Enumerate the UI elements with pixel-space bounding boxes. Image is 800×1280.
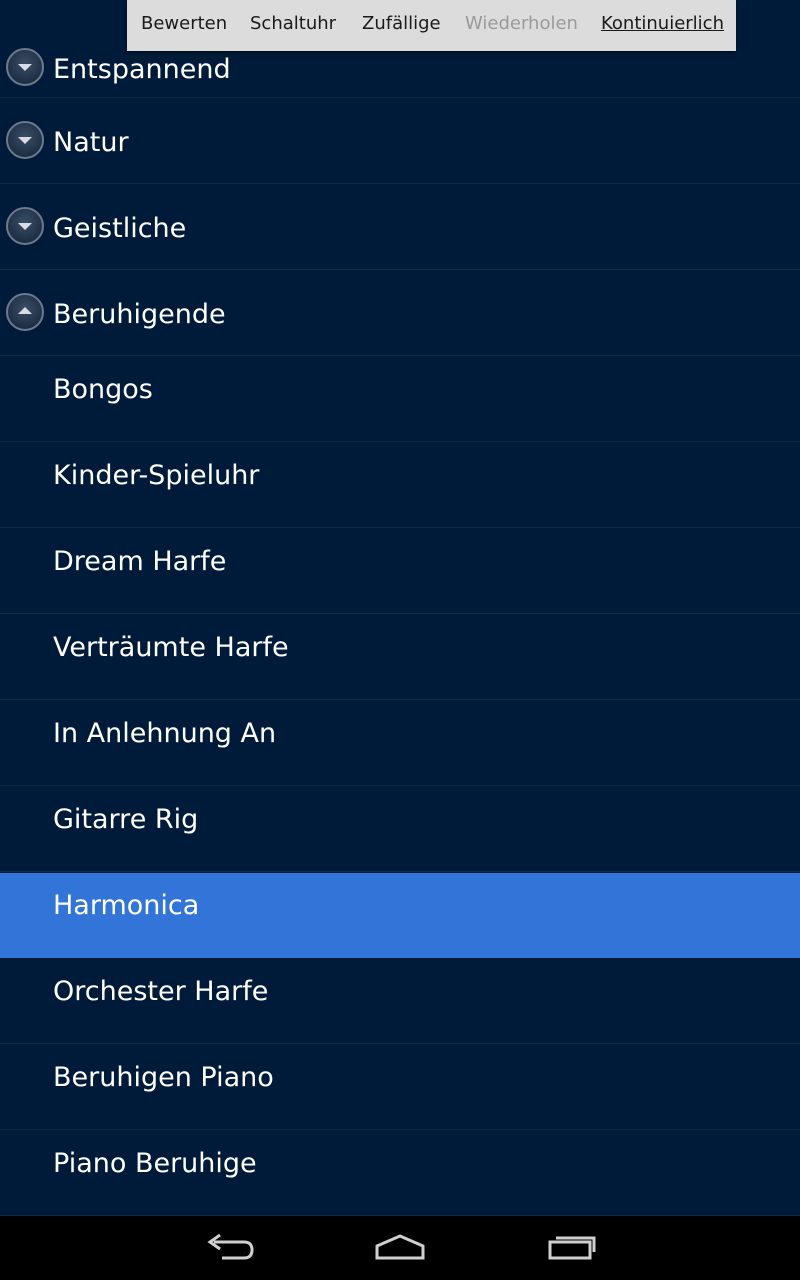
group-label: Beruhigende [53, 299, 226, 330]
list-item[interactable]: Piano Beruhige [0, 1131, 800, 1216]
list-item[interactable]: Beruhigen Piano [0, 1045, 800, 1130]
collapse-up-icon[interactable] [6, 293, 44, 331]
menu-item-bewerten[interactable]: Bewerten [141, 0, 227, 48]
list-item-label: Gitarre Rig [53, 804, 199, 835]
back-icon [207, 1233, 254, 1260]
expand-down-icon[interactable] [6, 121, 44, 159]
recent-apps-button[interactable] [540, 1230, 600, 1266]
list-item[interactable]: Orchester Harfe [0, 959, 800, 1044]
menu-item-wiederholen: Wiederholen [465, 13, 578, 34]
list-item[interactable]: Verträumte Harfe [0, 615, 800, 700]
list-item-label: Kinder-Spieluhr [53, 460, 260, 491]
group-label: Natur [53, 127, 129, 158]
list-item-label: Harmonica [53, 890, 200, 921]
list-item-selected[interactable]: Harmonica [0, 873, 800, 958]
list-item[interactable]: Bongos [0, 357, 800, 442]
app-screen: Entspannend Natur Geistliche Beruhigende… [0, 0, 800, 1280]
home-button[interactable] [370, 1230, 430, 1266]
group-row-geistliche[interactable]: Geistliche [0, 185, 800, 270]
group-row-beruhigende[interactable]: Beruhigende [0, 271, 800, 356]
list-item-label: Dream Harfe [53, 546, 227, 577]
options-menu: Bewerten Schaltuhr Zufällige Wiederholen… [127, 0, 736, 51]
group-label: Geistliche [53, 213, 187, 244]
navigation-bar [0, 1216, 800, 1280]
list-item[interactable]: Dream Harfe [0, 529, 800, 614]
list-item[interactable]: Kinder-Spieluhr [0, 443, 800, 528]
menu-item-schaltuhr[interactable]: Schaltuhr [250, 0, 336, 48]
group-row-natur[interactable]: Natur [0, 99, 800, 184]
list-item-label: Bongos [53, 374, 153, 405]
list-item-label: Verträumte Harfe [53, 632, 289, 663]
home-icon [375, 1234, 425, 1260]
list-item[interactable]: In Anlehnung An [0, 701, 800, 786]
list-item[interactable]: Gitarre Rig [0, 787, 800, 872]
sound-list: Entspannend Natur Geistliche Beruhigende… [0, 0, 800, 1216]
expand-down-icon[interactable] [6, 207, 44, 245]
menu-item-zufaellige[interactable]: Zufällige [362, 0, 441, 48]
list-item-label: In Anlehnung An [53, 718, 277, 749]
list-item-label: Orchester Harfe [53, 976, 269, 1007]
recent-apps-icon [548, 1236, 596, 1260]
list-item-label: Piano Beruhige [53, 1148, 257, 1179]
list-item-label: Beruhigen Piano [53, 1062, 274, 1093]
expand-down-icon[interactable] [6, 48, 44, 86]
menu-item-kontinuierlich[interactable]: Kontinuierlich [601, 0, 724, 48]
back-button[interactable] [200, 1230, 260, 1266]
